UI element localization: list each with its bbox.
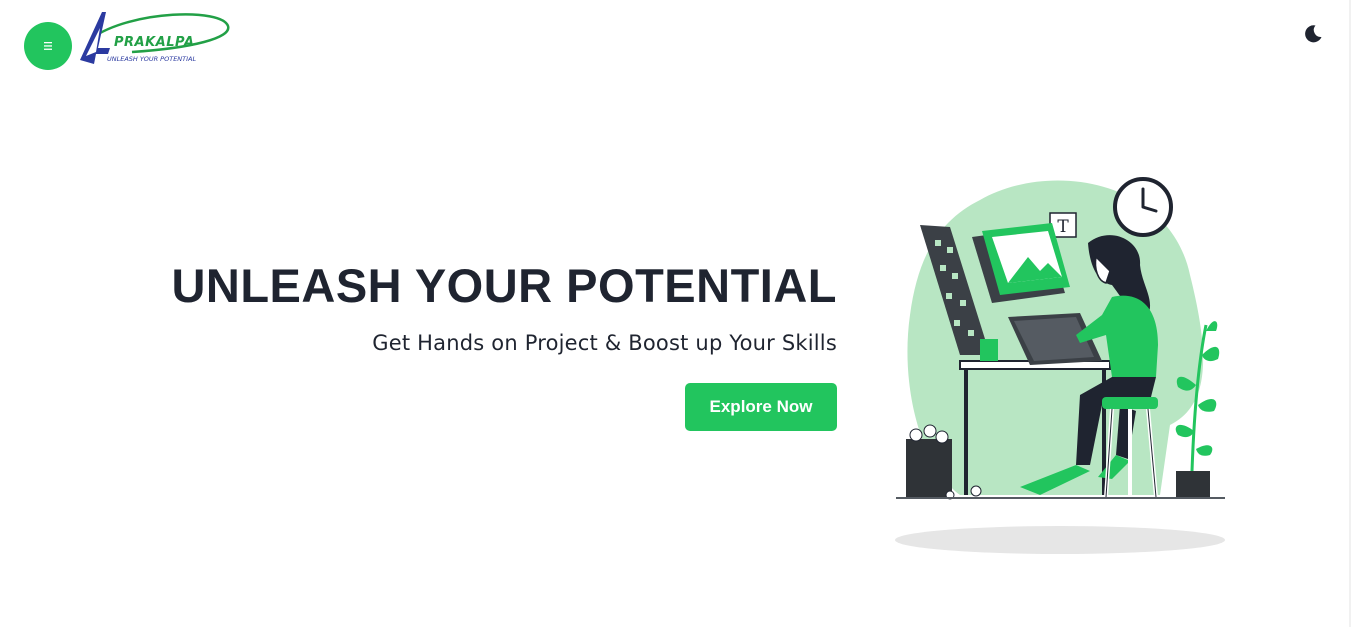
hero-title: UNLEASH YOUR POTENTIAL xyxy=(171,259,837,312)
hamburger-menu-icon xyxy=(44,42,52,50)
logo-wordmark: PRAKALPA xyxy=(114,35,195,50)
menu-button[interactable] xyxy=(24,22,72,70)
landing-page: PRAKALPA UNLEASH YOUR POTENTIAL UNLEASH … xyxy=(0,0,1351,627)
designer-at-drawing-tablet-illustration: T xyxy=(895,177,1225,554)
moon-icon xyxy=(1305,25,1322,43)
theme-toggle-button[interactable] xyxy=(1303,24,1323,44)
explore-now-button[interactable]: Explore Now xyxy=(685,383,837,431)
logo-tagline: UNLEASH YOUR POTENTIAL xyxy=(107,55,197,63)
svg-text:T: T xyxy=(1057,217,1069,237)
hero-subtitle: Get Hands on Project & Boost up Your Ski… xyxy=(372,331,837,355)
site-logo[interactable]: PRAKALPA UNLEASH YOUR POTENTIAL xyxy=(72,8,232,70)
